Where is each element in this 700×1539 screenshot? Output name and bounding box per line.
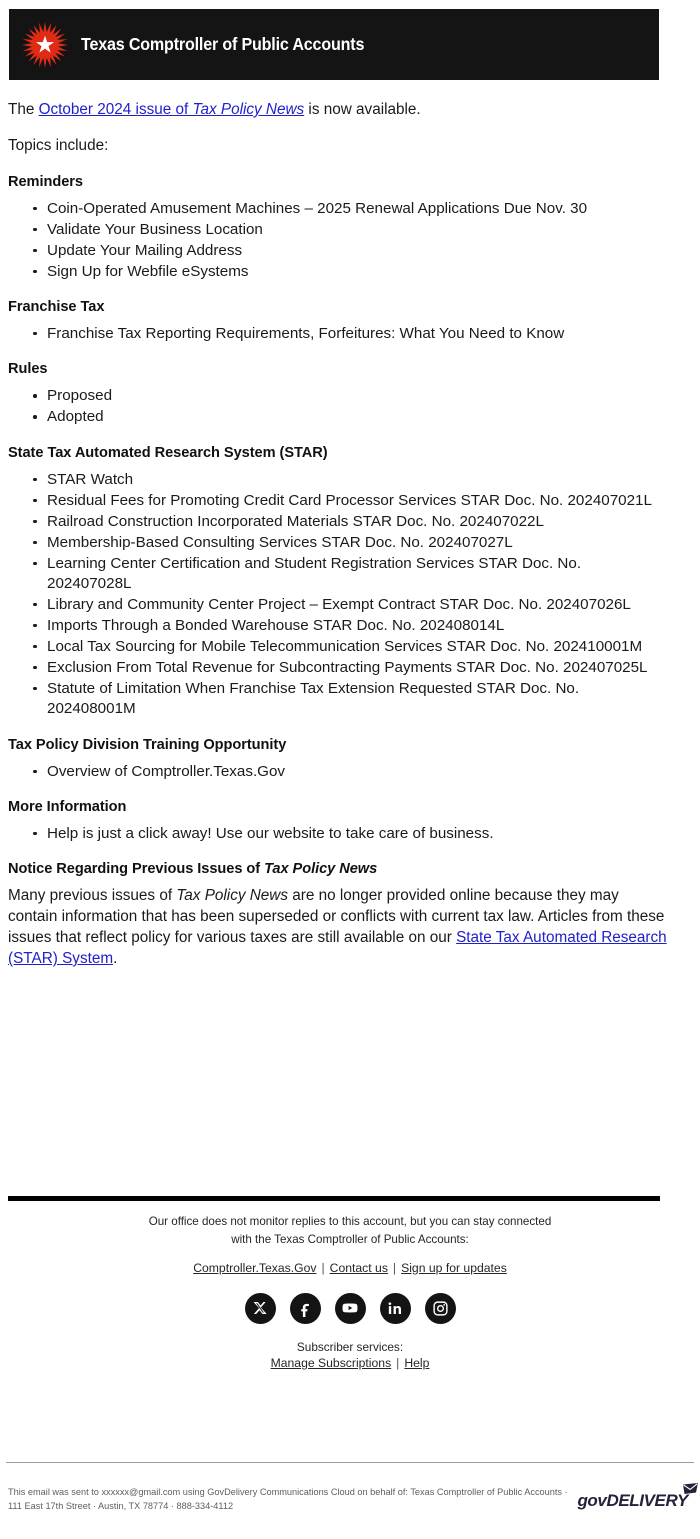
list-item[interactable]: Statute of Limitation When Franchise Tax… (33, 679, 668, 720)
social-links-row (0, 1292, 700, 1324)
email-header: Texas Comptroller of Public Accounts (9, 9, 659, 80)
govdelivery-wordmark: govDELIVERY (577, 1491, 688, 1510)
envelope-icon (683, 1482, 698, 1500)
list-item[interactable]: Membership-Based Consulting Services STA… (33, 533, 668, 553)
legal-strip: This email was sent to xxxxxx@gmail.com … (8, 1483, 698, 1514)
subscriber-services-links: Manage Subscriptions | Help (0, 1356, 700, 1370)
list-item[interactable]: Exclusion From Total Revenue for Subcont… (33, 658, 668, 678)
list-item[interactable]: Residual Fees for Promoting Credit Card … (33, 491, 668, 511)
list-item[interactable]: Imports Through a Bonded Warehouse STAR … (33, 616, 668, 636)
notice-heading-italic: Tax Policy News (264, 861, 378, 878)
section-heading-reminders: Reminders (8, 173, 83, 190)
intro-link-text: October 2024 issue of (38, 101, 193, 118)
section-list-reminders: Coin-Operated Amusement Machines – 2025 … (8, 199, 668, 282)
topics-line: Topics include: (8, 137, 109, 155)
list-item[interactable]: Adopted (33, 407, 668, 427)
section-heading-training: Tax Policy Division Training Opportunity (8, 736, 287, 753)
intro-link-italic: Tax Policy News (192, 101, 305, 118)
list-item[interactable]: Validate Your Business Location (33, 220, 668, 240)
notice-text-part1: Many previous issues of (8, 887, 177, 905)
manage-subscriptions-link[interactable]: Manage Subscriptions (271, 1356, 392, 1370)
footer-divider (6, 1462, 694, 1463)
email-body: The October 2024 issue of Tax Policy New… (8, 100, 668, 970)
subscriber-services-label: Subscriber services: (296, 1339, 404, 1354)
legal-text: This email was sent to xxxxxx@gmail.com … (8, 1486, 568, 1514)
linkedin-icon[interactable] (379, 1292, 411, 1324)
x-twitter-icon[interactable] (244, 1292, 276, 1324)
header-title: Texas Comptroller of Public Accounts (81, 34, 365, 54)
section-heading-notice: Notice Regarding Previous Issues of Tax … (8, 861, 668, 877)
sign-up-updates-link[interactable]: Sign up for updates (401, 1261, 507, 1275)
section-list-more-information: Help is just a click away! Use our websi… (8, 824, 668, 844)
list-item[interactable]: Coin-Operated Amusement Machines – 2025 … (33, 199, 668, 219)
footer-note: Our office does not monitor replies to t… (0, 1213, 700, 1249)
footer-note-line1: Our office does not monitor replies to t… (148, 1215, 552, 1228)
notice-heading-prefix: Notice Regarding Previous Issues of (8, 861, 265, 878)
footer-note-line2: with the Texas Comptroller of Public Acc… (231, 1232, 469, 1246)
contact-us-link[interactable]: Contact us (330, 1261, 388, 1275)
intro-prefix: The (8, 101, 39, 118)
section-list-franchise-tax: Franchise Tax Reporting Requirements, Fo… (8, 324, 668, 344)
govdelivery-logo: govDELIVERY (577, 1483, 698, 1511)
link-separator: | (321, 1260, 325, 1275)
legal-line1: This email was sent to xxxxxx@gmail.com … (8, 1487, 523, 1497)
notice-paragraph: Many previous issues of Tax Policy News … (8, 886, 668, 970)
section-divider (8, 1196, 660, 1201)
list-item[interactable]: Learning Center Certification and Studen… (33, 554, 668, 595)
list-item[interactable]: Local Tax Sourcing for Mobile Telecommun… (33, 637, 668, 657)
list-item[interactable]: Help is just a click away! Use our websi… (33, 824, 668, 844)
list-item[interactable]: Sign Up for Webfile eSystems (33, 262, 668, 282)
list-item[interactable]: Library and Community Center Project – E… (33, 595, 668, 615)
list-item[interactable]: Proposed (33, 386, 668, 406)
section-heading-star: State Tax Automated Research System (STA… (8, 444, 328, 461)
email-footer: Our office does not monitor replies to t… (0, 1213, 700, 1370)
section-list-star: STAR Watch Residual Fees for Promoting C… (8, 470, 668, 720)
govdelivery-brand-part1: gov (577, 1491, 607, 1510)
intro-paragraph: The October 2024 issue of Tax Policy New… (8, 100, 668, 120)
comptroller-website-link[interactable]: Comptroller.Texas.Gov (193, 1261, 316, 1275)
list-item[interactable]: Overview of Comptroller.Texas.Gov (33, 762, 668, 782)
facebook-icon[interactable] (289, 1292, 321, 1324)
youtube-icon[interactable] (334, 1292, 366, 1324)
section-heading-rules: Rules (8, 361, 48, 378)
section-heading-franchise-tax: Franchise Tax (8, 298, 105, 315)
notice-text-part3: . (113, 950, 118, 967)
help-link[interactable]: Help (404, 1356, 429, 1370)
notice-text-italic: Tax Policy News (176, 887, 288, 905)
section-list-training: Overview of Comptroller.Texas.Gov (8, 762, 668, 782)
list-item[interactable]: Railroad Construction Incorporated Mater… (33, 512, 668, 532)
instagram-icon[interactable] (424, 1292, 456, 1324)
texas-comptroller-starburst-icon (21, 21, 69, 69)
link-separator: | (396, 1355, 400, 1370)
footer-links: Comptroller.Texas.Gov | Contact us | Sign up… (0, 1261, 700, 1275)
section-heading-more-information: More Information (8, 798, 127, 815)
link-separator: | (392, 1260, 397, 1275)
section-list-rules: Proposed Adopted (8, 386, 668, 427)
govdelivery-brand-part2: DELIVERY (606, 1491, 688, 1510)
october-issue-link[interactable]: October 2024 issue of Tax Policy News (39, 101, 305, 118)
list-item[interactable]: Franchise Tax Reporting Requirements, Fo… (33, 324, 668, 344)
intro-suffix: is now available. (304, 101, 421, 118)
list-item[interactable]: Update Your Mailing Address (33, 241, 668, 261)
list-item[interactable]: STAR Watch (33, 470, 668, 490)
